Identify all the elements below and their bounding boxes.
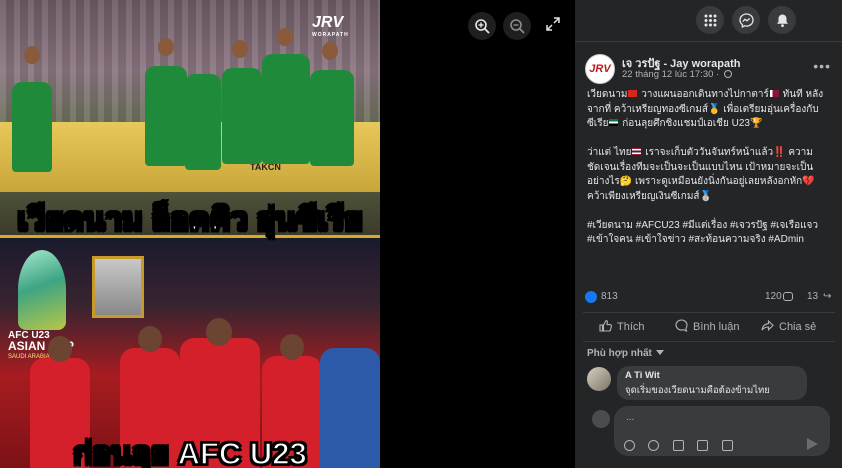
avatar-logo-text: JRV: [589, 63, 611, 75]
text-segment: ก่อนลุยศึกชิงแชมป์เอเชีย U23🏆: [619, 118, 763, 129]
text-segment: วางแผนออกเดินทางไปกาตาร์: [638, 89, 769, 100]
trophy-logo: [18, 250, 66, 330]
commenter-name[interactable]: A Ti Wit: [625, 370, 799, 381]
caption-top: เวียดนาม ล็อคคิว อุ่นซีเรีย: [17, 201, 364, 238]
watermark-subtext: WORAPATH: [312, 32, 349, 38]
comment-text: จุดเริ่มของเวียดนามคือต้องข้ามไทย: [625, 385, 770, 396]
text-segment: เวียดนาม: [587, 89, 628, 100]
player-head: [24, 46, 40, 64]
top-bar: [575, 0, 842, 42]
comment-sort-dropdown[interactable]: Phù hợp nhất: [587, 348, 664, 359]
player-figure: [262, 54, 310, 164]
comment-bubble-icon: [783, 292, 793, 301]
share-button[interactable]: Chia sẻ: [761, 319, 816, 333]
reactions-bar: 813 120 13 ↪: [585, 290, 835, 306]
comment-placeholder: ...: [626, 412, 635, 423]
reaction-count[interactable]: 813: [601, 291, 618, 302]
post-header: JRV เจ วรปัฐ - Jay worapath 22 tháng 12 …: [585, 52, 835, 84]
zoom-in-button[interactable]: [468, 12, 496, 40]
thailand-flag-icon: [632, 148, 642, 155]
watermark-logo: JRV WORAPATH: [312, 14, 349, 38]
like-reaction-icon: [585, 291, 597, 303]
portrait-frame: [92, 256, 144, 318]
post-hashtags[interactable]: #เวียดนาม #AFCU23 #มีแต่เรื่อง #เจวรปัฐ …: [587, 219, 832, 248]
post-paragraph: เวียดนาม วางแผนออกเดินทางไปกาตาร์ ทันที …: [587, 88, 832, 132]
photo-viewer[interactable]: TAKCN JRV WORAPATH AFC U23 ASIAN CUP SAU…: [0, 0, 575, 468]
player-head: [206, 318, 232, 346]
menu-button[interactable]: [696, 6, 724, 34]
photo-viewer-page: TAKCN JRV WORAPATH AFC U23 ASIAN CUP SAU…: [0, 0, 842, 468]
player-head: [322, 42, 338, 60]
sort-label: Phù hợp nhất: [587, 348, 652, 359]
comment-bubble: A Ti Wit จุดเริ่มของเวียดนามคือต้องข้ามไ…: [617, 366, 807, 400]
expand-icon[interactable]: [546, 17, 560, 31]
player-figure: [310, 70, 354, 166]
camera-icon[interactable]: [672, 440, 684, 451]
more-options-button[interactable]: •••: [813, 58, 831, 74]
post-paragraph: ว่าแต่ ไทย เราจะเก็บตัววันจันทร์หน้าแล้ว…: [587, 146, 832, 204]
thumbs-up-icon: [599, 319, 612, 332]
comment-composer[interactable]: ...: [614, 406, 830, 456]
like-button[interactable]: Thích: [599, 319, 645, 333]
zoom-in-icon: [475, 19, 490, 34]
player-figure: [145, 66, 187, 166]
watermark-text: JRV: [312, 14, 344, 31]
player-head: [138, 326, 162, 352]
share-label: Chia sẻ: [779, 321, 817, 333]
post-photo[interactable]: TAKCN JRV WORAPATH AFC U23 ASIAN CUP SAU…: [0, 0, 380, 468]
author-avatar[interactable]: JRV: [585, 54, 615, 84]
comment-count[interactable]: 120: [765, 291, 782, 302]
qatar-flag-icon: [769, 90, 779, 97]
player-head: [280, 334, 304, 360]
comment-item: A Ti Wit จุดเริ่มของเวียดนามคือต้องข้ามไ…: [587, 366, 835, 402]
notifications-button[interactable]: [768, 6, 796, 34]
globe-icon: [723, 70, 732, 78]
caption-bottom: ก่อนลุย AFC U23: [72, 435, 307, 468]
comment-label: Bình luận: [693, 321, 740, 333]
share-arrow-icon: ↪: [823, 291, 832, 302]
post-meta: 22 tháng 12 lúc 17:30 ·: [622, 69, 732, 80]
share-icon: [761, 319, 774, 332]
player-head: [232, 40, 248, 58]
chevron-down-icon: [655, 350, 664, 355]
post-actions: Thích Bình luận Chia sẻ: [583, 312, 835, 342]
post-body: เวียดนาม วางแผนออกเดินทางไปกาตาร์ ทันที …: [587, 88, 832, 262]
gif-icon[interactable]: [697, 440, 709, 451]
send-icon[interactable]: [807, 438, 818, 450]
vietnam-flag-icon: [628, 90, 638, 97]
avatar-sticker-icon[interactable]: [624, 440, 635, 451]
post-timestamp[interactable]: 22 tháng 12 lúc 17:30: [622, 69, 713, 80]
player-figure: [12, 82, 52, 172]
sticker-icon[interactable]: [721, 440, 733, 451]
like-label: Thích: [617, 321, 645, 333]
player-head: [277, 28, 293, 46]
comment-icon: [675, 319, 688, 332]
messenger-button[interactable]: [732, 6, 760, 34]
player-head: [158, 38, 174, 56]
composer-tools: [624, 438, 742, 452]
comment-button[interactable]: Bình luận: [675, 319, 739, 333]
text-segment: ว่าแต่ ไทย: [587, 147, 632, 158]
grid-menu-icon: [704, 14, 716, 26]
zoom-out-icon: [510, 19, 525, 34]
player-figure: [222, 68, 262, 164]
share-count[interactable]: 13: [807, 291, 818, 302]
messenger-icon: [738, 12, 754, 28]
current-user-avatar: [592, 410, 610, 428]
post-panel: JRV เจ วรปัฐ - Jay worapath 22 tháng 12 …: [575, 0, 842, 468]
player-head: [48, 336, 72, 362]
zoom-out-button[interactable]: [503, 12, 531, 40]
player-figure: [185, 74, 221, 170]
commenter-avatar[interactable]: [587, 367, 611, 391]
syria-flag-icon: [609, 119, 619, 126]
bell-icon: [776, 14, 788, 27]
comment-input[interactable]: ...: [614, 406, 830, 456]
emoji-icon[interactable]: [648, 440, 660, 451]
